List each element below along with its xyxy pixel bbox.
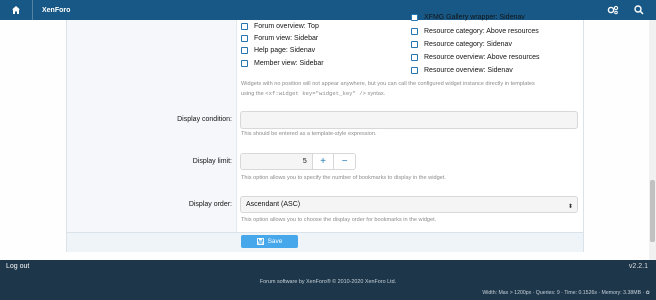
- positions-hint: Widgets with no position will not appear…: [241, 80, 581, 99]
- position-option[interactable]: Resource category: Sidenav: [411, 41, 512, 48]
- position-option[interactable]: XFMG Gallery wrapper: Sidenav: [411, 14, 525, 21]
- checkbox[interactable]: [411, 54, 418, 61]
- position-label: Resource overview: Above resources: [424, 54, 540, 61]
- position-label: Forum view: Sidebar: [254, 35, 319, 42]
- home-icon[interactable]: [9, 3, 23, 17]
- position-label: Resource category: Sidenav: [424, 41, 512, 48]
- select-arrows-icon: ⬍: [567, 204, 573, 210]
- form-submit-row: [67, 232, 583, 252]
- debug-info: Width: Max > 1200px · Queries: 9 · Time:…: [482, 290, 650, 296]
- footer-copyright-bar: Forum software by XenForo® © 2010-2020 X…: [0, 275, 656, 300]
- page-scrollbar[interactable]: [649, 20, 656, 260]
- app-title[interactable]: XenForo: [42, 7, 70, 14]
- position-option[interactable]: Member view: Sidebar: [241, 60, 324, 67]
- checkbox[interactable]: [411, 67, 418, 74]
- checkbox[interactable]: [411, 28, 418, 35]
- cogs-icon[interactable]: [606, 3, 620, 17]
- display-condition-hint: This should be entered as a template-sty…: [241, 131, 377, 137]
- checkbox[interactable]: [241, 35, 248, 42]
- top-navigation-bar: XenForo: [0, 0, 656, 20]
- display-order-label: Display order:: [188, 201, 232, 208]
- position-label: Member view: Sidebar: [254, 60, 324, 67]
- position-label: Help page: Sidenav: [254, 47, 316, 54]
- save-button-label: Save: [267, 238, 283, 245]
- position-option[interactable]: Resource overview: Sidenav: [411, 67, 513, 74]
- copyright-text[interactable]: Forum software by XenForo® © 2010-2020 X…: [0, 279, 656, 285]
- display-order-hint: This option allows you to choose the dis…: [241, 217, 437, 223]
- scrollbar-thumb[interactable]: [650, 180, 655, 242]
- position-option[interactable]: Resource category: Above resources: [411, 28, 539, 35]
- hint-line: Widgets with no position will not appear…: [241, 81, 535, 87]
- display-limit-label: Display limit:: [192, 158, 232, 165]
- search-icon[interactable]: [632, 3, 646, 17]
- checkbox[interactable]: [411, 41, 418, 48]
- display-condition-label: Display condition:: [177, 116, 232, 123]
- display-limit-input[interactable]: 5: [241, 154, 312, 169]
- save-icon: [256, 238, 264, 245]
- display-limit-hint: This option allows you to specify the nu…: [241, 175, 446, 181]
- display-limit-stepper[interactable]: 5 + −: [240, 153, 356, 170]
- divider: [32, 0, 33, 20]
- checkbox[interactable]: [241, 60, 248, 67]
- logout-link[interactable]: Log out: [6, 263, 29, 270]
- position-option[interactable]: Help page: Sidenav: [241, 47, 315, 54]
- position-label: Resource category: Above resources: [424, 28, 539, 35]
- position-label: Resource overview: Sidenav: [424, 67, 513, 74]
- decrement-button[interactable]: −: [333, 154, 355, 169]
- display-condition-input[interactable]: [240, 111, 578, 129]
- footer-bar: Log out v2.2.1: [0, 260, 656, 275]
- selected-option: Ascendant (ASC): [246, 201, 301, 208]
- checkbox[interactable]: [411, 14, 418, 21]
- code-snippet: <xf:widget key="widget_key" />: [265, 90, 366, 97]
- position-option[interactable]: Resource overview: Above resources: [411, 54, 540, 61]
- position-option[interactable]: Forum overview: Top: [241, 23, 319, 30]
- position-label: XFMG Gallery wrapper: Sidenav: [424, 14, 525, 21]
- checkbox[interactable]: [241, 47, 248, 54]
- position-label: Forum overview: Top: [254, 23, 319, 30]
- increment-button[interactable]: +: [311, 154, 334, 169]
- position-option[interactable]: Forum view: Sidebar: [241, 35, 318, 42]
- checkbox[interactable]: [241, 23, 248, 30]
- display-order-select[interactable]: Ascendant (ASC) ⬍: [240, 196, 578, 213]
- hint-line: using the <xf:widget key="widget_key" />…: [241, 90, 386, 97]
- save-button[interactable]: Save: [241, 235, 298, 248]
- version-label: v2.2.1: [628, 263, 648, 270]
